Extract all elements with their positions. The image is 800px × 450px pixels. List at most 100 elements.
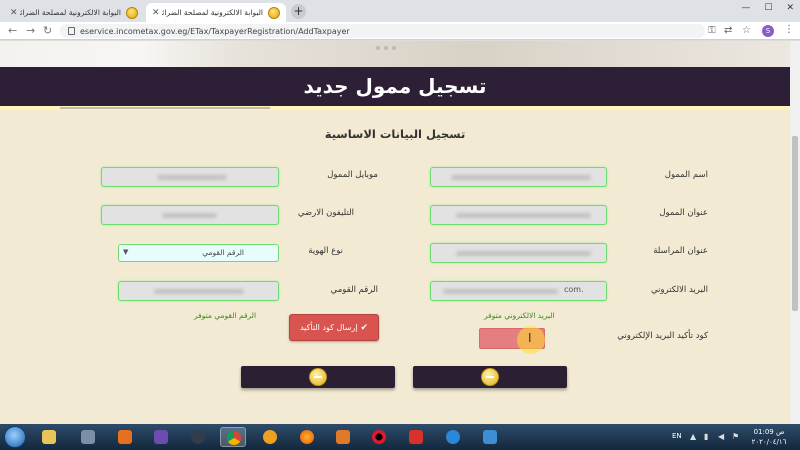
arrow-left-icon — [309, 368, 327, 386]
id-type-select[interactable]: الرقم القومي ▼ — [118, 244, 279, 262]
section-title: تسجيل البيانات الاساسية — [324, 127, 466, 141]
language-indicator[interactable]: EN — [672, 432, 682, 440]
taxpayer-name-label: اسم الممول — [664, 170, 708, 180]
taskbar-media-player[interactable] — [75, 427, 101, 447]
national-id-input[interactable] — [118, 281, 279, 301]
taskbar-app-bowtie[interactable] — [148, 427, 174, 447]
lock-icon — [68, 27, 75, 35]
taskbar-app-dark[interactable] — [185, 427, 211, 447]
address-bar[interactable]: eservice.incometax.gov.eg/ETax/TaxpayerR… — [60, 24, 705, 38]
email-label: البريد الالكتروني — [650, 285, 708, 295]
browser-tab-strip: البوابة الالكترونية لمصلحة الضرائب ✕ الب… — [0, 0, 800, 22]
taskbar-ie[interactable] — [440, 427, 466, 447]
taxpayer-name-input[interactable] — [430, 167, 607, 187]
mobile-label: موبايل الممول — [327, 170, 378, 180]
url-text: eservice.incometax.gov.eg/ETax/TaxpayerR… — [80, 26, 350, 36]
taxpayer-address-input[interactable] — [430, 205, 607, 225]
network-icon[interactable]: ▮ — [704, 432, 708, 441]
taxpayer-address-label: عنوان الممول — [659, 208, 708, 218]
chevron-down-icon: ▼ — [123, 248, 129, 256]
key-icon[interactable]: ⚿ — [708, 25, 716, 36]
previous-step-button[interactable] — [241, 366, 395, 388]
landline-input[interactable] — [101, 205, 279, 225]
taskbar-explorer[interactable] — [36, 427, 62, 447]
tray-arrow-icon[interactable]: ▲ — [690, 432, 696, 441]
carousel-dot[interactable] — [384, 46, 388, 50]
play-icon — [81, 430, 95, 444]
clock-date: ٢٠٢٠/٠٤/١٦ — [751, 438, 787, 446]
internet-explorer-icon — [446, 430, 460, 444]
taskbar-app-yellow[interactable] — [257, 427, 283, 447]
landline-label: التليفون الارضي — [297, 208, 354, 218]
taskbar-chrome[interactable] — [220, 427, 246, 447]
close-window-icon[interactable]: ✕ — [786, 3, 794, 13]
page-header: تسجيل ممول جديد — [0, 67, 790, 106]
forward-arrow-icon[interactable]: → — [26, 24, 35, 37]
new-tab-button[interactable]: + — [291, 4, 306, 19]
translate-icon[interactable]: ⇄ — [724, 25, 732, 36]
star-icon[interactable]: ☆ — [742, 25, 751, 36]
email-available-hint: البريد الالكتروني متوفر — [484, 311, 555, 320]
id-type-label: نوع الهوية — [308, 246, 343, 256]
national-id-label: الرقم القومي — [330, 285, 378, 295]
confirm-code-label: كود تأكيد البريد الإلكتروني — [617, 331, 708, 341]
mobile-input[interactable] — [101, 167, 279, 187]
app-icon — [118, 430, 132, 444]
taskbar-opera[interactable] — [366, 427, 392, 447]
taskbar-app-capture[interactable] — [477, 427, 503, 447]
next-step-button[interactable] — [413, 366, 567, 388]
capture-icon — [483, 430, 497, 444]
window-controls: — ☐ ✕ — [741, 3, 794, 13]
browser-tab-2[interactable]: البوابة الالكترونية لمصلحة الضرائب ✕ — [146, 3, 286, 22]
browser-toolbar: ← → ↻ eservice.incometax.gov.eg/ETax/Tax… — [0, 22, 800, 40]
carousel-dots — [376, 46, 396, 50]
tab-title: البوابة الالكترونية لمصلحة الضرائب — [161, 8, 263, 17]
top-banner-image — [0, 41, 790, 67]
tab-title: البوابة الالكترونية لمصلحة الضرائب — [19, 8, 121, 17]
folder-icon — [42, 430, 56, 444]
flag-icon[interactable]: ⚑ — [732, 432, 739, 441]
check-icon: ✔ — [360, 322, 369, 333]
download-icon — [409, 430, 423, 444]
browser-tab-1[interactable]: البوابة الالكترونية لمصلحة الضرائب ✕ — [4, 3, 144, 22]
app-icon — [154, 430, 168, 444]
mailing-address-label: عنوان المراسلة — [653, 246, 708, 256]
system-clock[interactable]: 01:09 ص ٢٠٢٠/٠٤/١٦ — [746, 427, 792, 447]
chrome-icon — [227, 431, 241, 445]
camera-icon — [336, 430, 350, 444]
tax-portal-favicon-icon — [268, 6, 280, 19]
app-icon — [191, 430, 205, 444]
send-button-label: إرسال كود التأكيد — [299, 323, 358, 332]
carousel-dot[interactable] — [392, 46, 396, 50]
back-arrow-icon[interactable]: ← — [8, 24, 17, 37]
tax-portal-favicon-icon — [126, 6, 138, 19]
email-suffix: com. — [564, 285, 584, 294]
profile-avatar[interactable]: S — [762, 25, 774, 37]
reload-icon[interactable]: ↻ — [43, 24, 52, 37]
app-icon — [263, 430, 277, 444]
close-tab-icon[interactable]: ✕ — [152, 8, 160, 18]
taskbar-downloader[interactable] — [403, 427, 429, 447]
taskbar-firefox[interactable] — [294, 427, 320, 447]
scrollbar-thumb[interactable] — [792, 136, 798, 311]
close-tab-icon[interactable]: ✕ — [10, 8, 18, 18]
registration-page: تسجيل ممول جديد تسجيل البيانات الاساسية … — [0, 41, 790, 424]
email-input[interactable]: com. — [430, 281, 607, 301]
minimize-icon[interactable]: — — [741, 3, 750, 13]
id-type-value: الرقم القومي — [202, 248, 244, 257]
send-confirmation-code-button[interactable]: ✔ إرسال كود التأكيد — [289, 314, 379, 341]
carousel-dot[interactable] — [376, 46, 380, 50]
volume-icon[interactable]: ◀ — [718, 432, 724, 441]
national-id-available-hint: الرقم القومي متوفر — [194, 311, 257, 320]
start-button[interactable] — [4, 426, 26, 448]
mailing-address-input[interactable] — [430, 243, 607, 263]
clock-time: 01:09 ص — [753, 428, 785, 436]
menu-dots-icon[interactable]: ⋮ — [784, 24, 794, 35]
maximize-icon[interactable]: ☐ — [764, 3, 772, 13]
arrow-right-icon — [481, 368, 499, 386]
page-title: تسجيل ممول جديد — [303, 74, 487, 98]
page-scrollbar[interactable] — [790, 41, 800, 424]
taskbar-app-orange[interactable] — [112, 427, 138, 447]
taskbar-app-camera[interactable] — [330, 427, 356, 447]
header-divider-shadow — [60, 107, 270, 109]
